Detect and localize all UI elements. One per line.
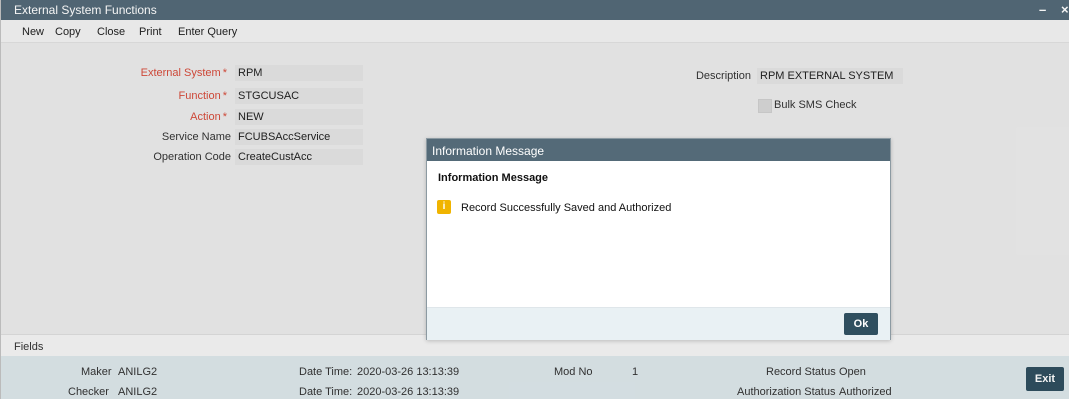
dialog-title-bar: Information Message bbox=[427, 139, 890, 161]
app-window: External System Functions – × New Copy C… bbox=[0, 0, 1069, 399]
info-icon: i bbox=[437, 200, 451, 214]
dialog-message: Record Successfully Saved and Authorized bbox=[461, 202, 672, 214]
information-dialog: Information Message Information Message … bbox=[426, 138, 891, 340]
dialog-footer: Ok bbox=[427, 307, 890, 340]
dialog-heading: Information Message bbox=[438, 172, 549, 184]
dialog-title: Information Message bbox=[432, 144, 545, 158]
ok-button[interactable]: Ok bbox=[844, 313, 878, 335]
